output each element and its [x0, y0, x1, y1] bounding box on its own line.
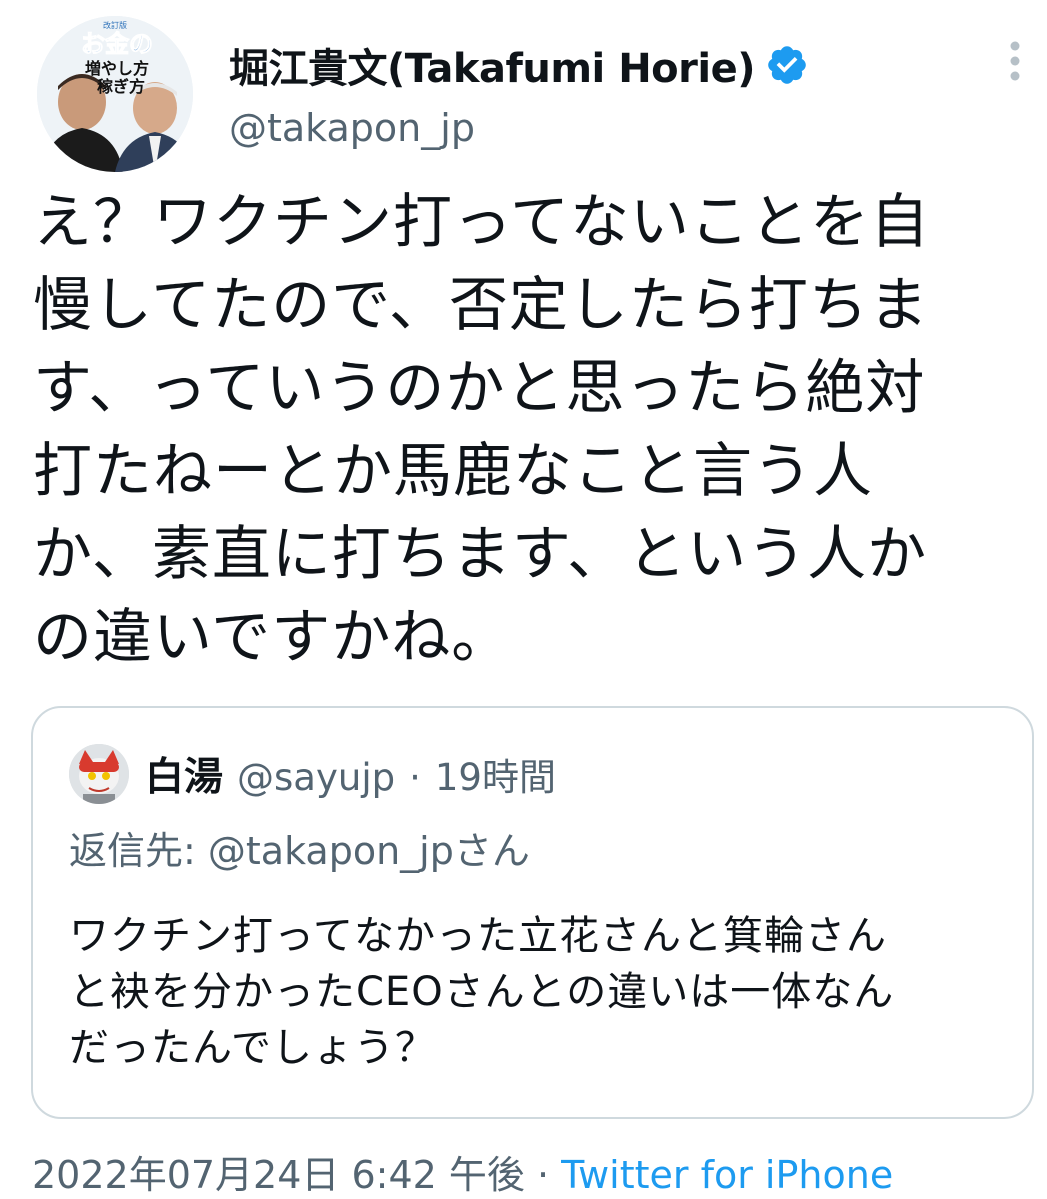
- quoted-avatar-image: [69, 744, 129, 804]
- quoted-reply-context: 返信先: @takapon_jpさん: [69, 820, 530, 875]
- tweet-text: え？ワクチン打ってないことを自 慢してたので、否定したら打ちま す、っていうのか…: [33, 187, 931, 671]
- footer-separator: ·: [524, 1153, 562, 1197]
- reply-mention[interactable]: @takapon_jp: [208, 829, 454, 873]
- profile-avatar-image: 改訂版 お金の 増やし方 稼ぎ方: [37, 16, 193, 172]
- avatar-book-small: 改訂版: [103, 20, 127, 30]
- author-avatar[interactable]: 改訂版 お金の 増やし方 稼ぎ方: [37, 16, 193, 172]
- quoted-tweet-header: 白湯 @sayujp · 19時間: [145, 746, 556, 802]
- author-name-row[interactable]: 堀江貴文(Takafumi Horie): [229, 36, 809, 94]
- quoted-time[interactable]: 19時間: [435, 747, 556, 801]
- author-display-name[interactable]: 堀江貴文(Takafumi Horie): [229, 36, 756, 94]
- quoted-separator: ·: [409, 756, 421, 799]
- quoted-tweet-card[interactable]: 白湯 @sayujp · 19時間 返信先: @takapon_jpさん ワクチ…: [31, 706, 1034, 1119]
- verified-badge-icon: [768, 46, 806, 84]
- quoted-display-name[interactable]: 白湯: [145, 746, 223, 802]
- author-handle[interactable]: @takapon_jp: [229, 106, 475, 150]
- avatar-book-line2: 増やし方: [85, 59, 149, 78]
- quoted-author-avatar[interactable]: [69, 744, 129, 804]
- reply-suffix: さん: [453, 829, 530, 873]
- avatar-book-line3: 稼ぎ方: [97, 77, 145, 96]
- more-options-icon[interactable]: [1000, 38, 1030, 84]
- avatar-book-line1: お金の: [81, 30, 153, 58]
- tweet-source[interactable]: Twitter for iPhone: [561, 1153, 893, 1197]
- quoted-handle: @sayujp: [237, 756, 396, 799]
- tweet-footer: 2022年07月24日 6:42 午後 · Twitter for iPhone: [32, 1144, 893, 1199]
- reply-prefix: 返信先:: [69, 829, 208, 873]
- quoted-tweet-text: ワクチン打ってなかった立花さんと箕輪さん と袂を分かったCEOさんとの違いは一体…: [69, 913, 895, 1071]
- tweet-timestamp[interactable]: 2022年07月24日 6:42 午後: [32, 1153, 525, 1197]
